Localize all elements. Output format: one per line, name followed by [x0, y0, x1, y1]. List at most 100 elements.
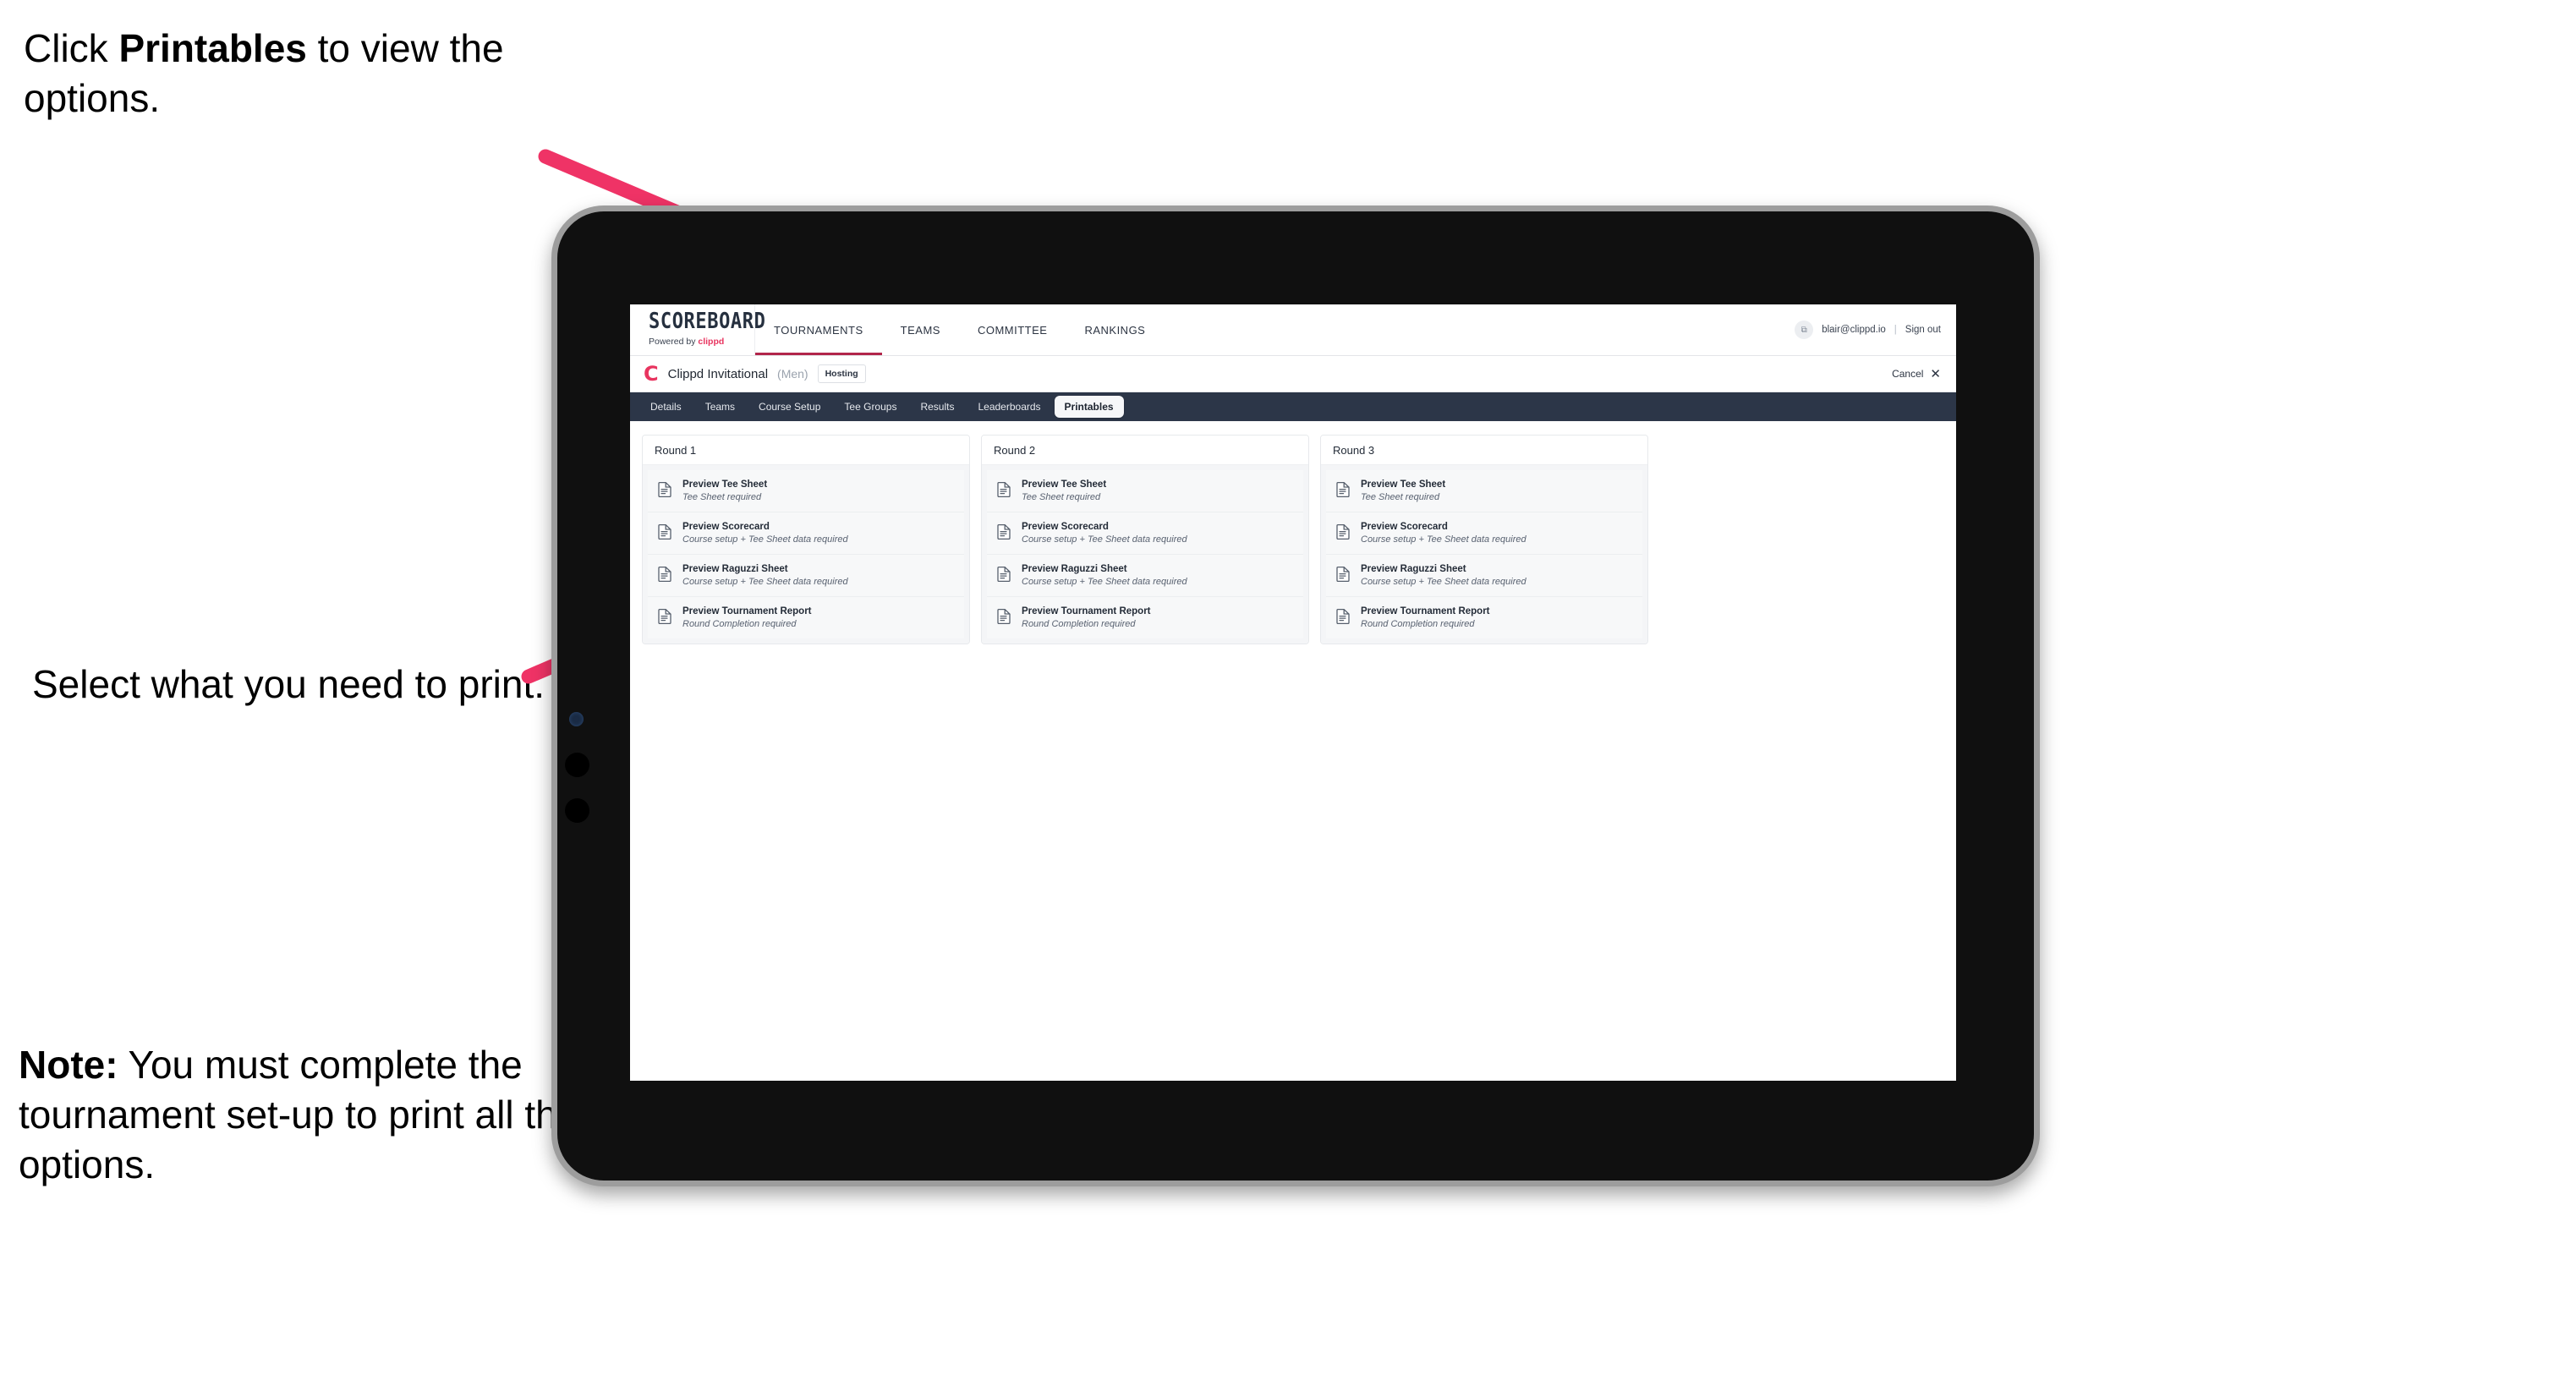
- nav-item-teams[interactable]: TEAMS: [882, 304, 959, 355]
- tab-printables[interactable]: Printables: [1054, 396, 1124, 418]
- account-area: ⧉ blair@clippd.io | Sign out: [1795, 304, 1956, 355]
- printable-item-text: Preview Raguzzi Sheet Course setup + Tee …: [1022, 564, 1187, 587]
- account-email: blair@clippd.io: [1822, 325, 1886, 335]
- printable-item-requirement: Course setup + Tee Sheet data required: [682, 577, 848, 587]
- printable-item-title: Preview Tournament Report: [1361, 606, 1490, 616]
- printable-item[interactable]: Preview Scorecard Course setup + Tee Shee…: [648, 512, 964, 555]
- document-icon: [997, 566, 1011, 586]
- document-icon: [997, 523, 1011, 544]
- power-button[interactable]: [565, 798, 589, 823]
- printable-item-text: Preview Tee Sheet Tee Sheet required: [682, 479, 767, 502]
- printable-item[interactable]: Preview Tee Sheet Tee Sheet required: [648, 470, 964, 512]
- document-icon: [658, 481, 672, 501]
- tournament-header-bar: C Clippd Invitational (Men) Hosting Canc…: [630, 356, 1956, 392]
- app-screen: SCOREBOARD Powered by clippd TOURNAMENTS…: [630, 304, 1956, 1081]
- document-icon: [658, 566, 672, 586]
- round-title: Round 1: [643, 436, 969, 465]
- tab-results[interactable]: Results: [910, 396, 964, 418]
- cancel-button[interactable]: Cancel ✕: [1892, 366, 1941, 381]
- printable-item-requirement: Tee Sheet required: [682, 492, 762, 502]
- nav-item-tournaments[interactable]: TOURNAMENTS: [755, 304, 882, 355]
- printable-item[interactable]: Preview Scorecard Course setup + Tee Shee…: [1326, 512, 1642, 555]
- brand-title: SCOREBOARD: [649, 309, 766, 335]
- annotation-top-pre: Click: [24, 26, 119, 70]
- printable-item-text: Preview Raguzzi Sheet Course setup + Tee …: [682, 564, 848, 587]
- printable-item-title: Preview Scorecard: [1361, 522, 1448, 532]
- printable-item[interactable]: Preview Raguzzi Sheet Course setup + Tee …: [1326, 555, 1642, 597]
- printable-item-title: Preview Scorecard: [1022, 522, 1109, 532]
- printable-item-requirement: Tee Sheet required: [1022, 492, 1101, 502]
- tab-course-setup[interactable]: Course Setup: [748, 396, 830, 418]
- document-icon: [1336, 481, 1351, 501]
- round-column: Round 3 Preview Tee Sheet Tee Sheet requir…: [1320, 435, 1648, 644]
- printable-item-text: Preview Scorecard Course setup + Tee Shee…: [1022, 522, 1187, 545]
- printable-item-text: Preview Raguzzi Sheet Course setup + Tee …: [1361, 564, 1526, 587]
- tab-leaderboards[interactable]: Leaderboards: [967, 396, 1050, 418]
- printable-item[interactable]: Preview Tee Sheet Tee Sheet required: [987, 470, 1303, 512]
- printable-item[interactable]: Preview Tournament Report Round Completio…: [648, 597, 964, 638]
- printable-item-title: Preview Tournament Report: [682, 606, 812, 616]
- round-column: Round 1 Preview Tee Sheet Tee Sheet requir…: [642, 435, 970, 644]
- nav-item-committee[interactable]: COMMITTEE: [959, 304, 1066, 355]
- round-items: Preview Tee Sheet Tee Sheet required Previ…: [1321, 465, 1647, 644]
- document-icon: [658, 523, 672, 544]
- printable-item-title: Preview Tee Sheet: [682, 479, 768, 490]
- printable-item-text: Preview Tournament Report Round Completio…: [1361, 606, 1490, 629]
- printable-item-text: Preview Scorecard Course setup + Tee Shee…: [682, 522, 848, 545]
- printable-item-title: Preview Tournament Report: [1022, 606, 1151, 616]
- printable-item-text: Preview Tournament Report Round Completio…: [1022, 606, 1151, 629]
- top-navigation-bar: SCOREBOARD Powered by clippd TOURNAMENTS…: [630, 304, 1956, 356]
- round-title: Round 3: [1321, 436, 1647, 465]
- printable-item-requirement: Round Completion required: [1022, 619, 1136, 629]
- annotation-top-strong: Printables: [118, 26, 307, 70]
- volume-button[interactable]: [565, 753, 589, 777]
- printable-item-title: Preview Tee Sheet: [1361, 479, 1446, 490]
- front-camera-icon: [569, 712, 584, 726]
- brand-logo[interactable]: SCOREBOARD Powered by clippd: [630, 304, 766, 355]
- printable-item-text: Preview Scorecard Course setup + Tee Shee…: [1361, 522, 1526, 545]
- printable-item[interactable]: Preview Raguzzi Sheet Course setup + Tee …: [648, 555, 964, 597]
- document-icon: [997, 481, 1011, 501]
- printable-item-text: Preview Tee Sheet Tee Sheet required: [1361, 479, 1445, 502]
- printable-item-requirement: Course setup + Tee Sheet data required: [682, 534, 848, 545]
- tab-tee-groups[interactable]: Tee Groups: [834, 396, 907, 418]
- tab-teams[interactable]: Teams: [695, 396, 745, 418]
- document-icon: [997, 608, 1011, 628]
- printable-item-title: Preview Scorecard: [682, 522, 770, 532]
- printable-item[interactable]: Preview Tournament Report Round Completio…: [987, 597, 1303, 638]
- printable-item-title: Preview Raguzzi Sheet: [1022, 564, 1127, 574]
- nav-item-rankings[interactable]: RANKINGS: [1066, 304, 1164, 355]
- sign-out-button[interactable]: Sign out: [1905, 325, 1941, 335]
- account-separator: |: [1894, 325, 1897, 335]
- document-icon: [1336, 608, 1351, 628]
- brand-subtitle: Powered by clippd: [649, 337, 754, 347]
- tournament-gender: (Men): [777, 367, 808, 381]
- tournament-name: Clippd Invitational: [667, 366, 769, 381]
- main-nav: TOURNAMENTS TEAMS COMMITTEE RANKINGS: [755, 304, 1164, 355]
- printable-item-requirement: Tee Sheet required: [1361, 492, 1440, 502]
- round-title: Round 2: [982, 436, 1308, 465]
- round-items: Preview Tee Sheet Tee Sheet required Previ…: [982, 465, 1308, 644]
- annotation-select-what-to-print: Select what you need to print.: [32, 662, 545, 706]
- round-column: Round 2 Preview Tee Sheet Tee Sheet requir…: [981, 435, 1309, 644]
- close-icon: ✕: [1930, 367, 1941, 381]
- tab-details[interactable]: Details: [640, 396, 692, 418]
- tournament-tab-strip: Details Teams Course Setup Tee Groups Re…: [630, 392, 1956, 421]
- document-icon: [658, 608, 672, 628]
- avatar[interactable]: ⧉: [1795, 320, 1814, 339]
- printable-item-requirement: Course setup + Tee Sheet data required: [1022, 577, 1187, 587]
- clippd-logo-icon: C: [644, 362, 659, 386]
- annotation-note-strong: Note:: [19, 1043, 118, 1087]
- printable-item[interactable]: Preview Tee Sheet Tee Sheet required: [1326, 470, 1642, 512]
- printable-item[interactable]: Preview Scorecard Course setup + Tee Shee…: [987, 512, 1303, 555]
- cancel-label: Cancel: [1892, 368, 1924, 380]
- brand-powered-prefix: Powered by: [649, 337, 699, 347]
- brand-powered-name: clippd: [698, 337, 725, 347]
- printable-item-title: Preview Tee Sheet: [1022, 479, 1107, 490]
- printable-item-requirement: Round Completion required: [682, 619, 797, 629]
- printable-item[interactable]: Preview Tournament Report Round Completio…: [1326, 597, 1642, 638]
- printable-item-title: Preview Raguzzi Sheet: [1361, 564, 1466, 574]
- printable-item[interactable]: Preview Raguzzi Sheet Course setup + Tee …: [987, 555, 1303, 597]
- document-icon: [1336, 566, 1351, 586]
- rounds-container: Round 1 Preview Tee Sheet Tee Sheet requir…: [630, 421, 1956, 658]
